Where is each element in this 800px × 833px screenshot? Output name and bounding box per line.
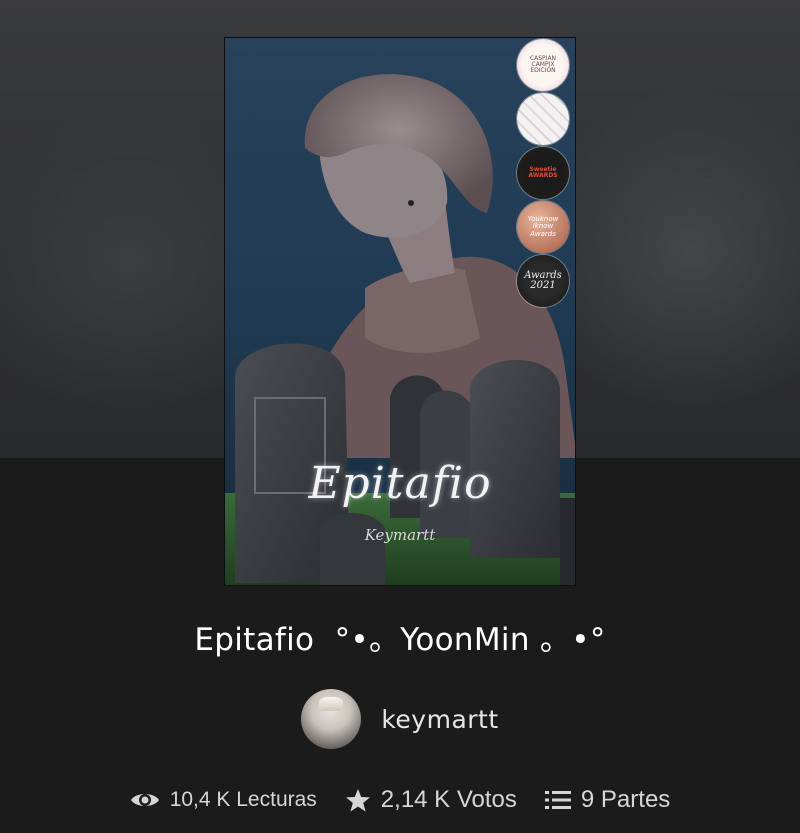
story-title: Epitafio °•。YoonMin 。•°: [194, 622, 606, 658]
award-badges: CASPIAN CAMPIX EDICIÓN Sweetie AWARDS Yo…: [517, 39, 573, 309]
reads-count: 10,4 K Lecturas: [169, 788, 317, 811]
story-stats: 10,4 K Lecturas 2,14 K Votos 9 Partes: [0, 786, 800, 814]
author-link[interactable]: keymartt: [0, 689, 800, 749]
cover-title: Epitafio: [308, 458, 492, 509]
award-badge: Youknow Iknow Awards: [517, 201, 569, 253]
star-icon: [345, 788, 370, 811]
author-name[interactable]: keymartt: [381, 705, 498, 734]
parts-count: 9 Partes: [580, 786, 671, 813]
reads-stat: 10,4 K Lecturas: [130, 788, 317, 812]
author-avatar[interactable]: [301, 689, 362, 749]
votes-stat: 2,14 K Votos: [345, 786, 517, 814]
parts-stat: 9 Partes: [544, 786, 671, 814]
award-badge: Awards 2021: [517, 255, 569, 307]
list-icon: [544, 791, 571, 809]
votes-count: 2,14 K Votos: [380, 786, 517, 813]
award-badge: Sweetie AWARDS: [517, 147, 569, 199]
eye-icon: [130, 794, 159, 806]
cover-signature: Keymartt: [364, 526, 436, 544]
award-badge: [517, 93, 569, 145]
story-cover[interactable]: Epitafio Keymartt CASPIAN CAMPIX EDICIÓN…: [224, 37, 576, 586]
award-badge: CASPIAN CAMPIX EDICIÓN: [517, 39, 569, 91]
